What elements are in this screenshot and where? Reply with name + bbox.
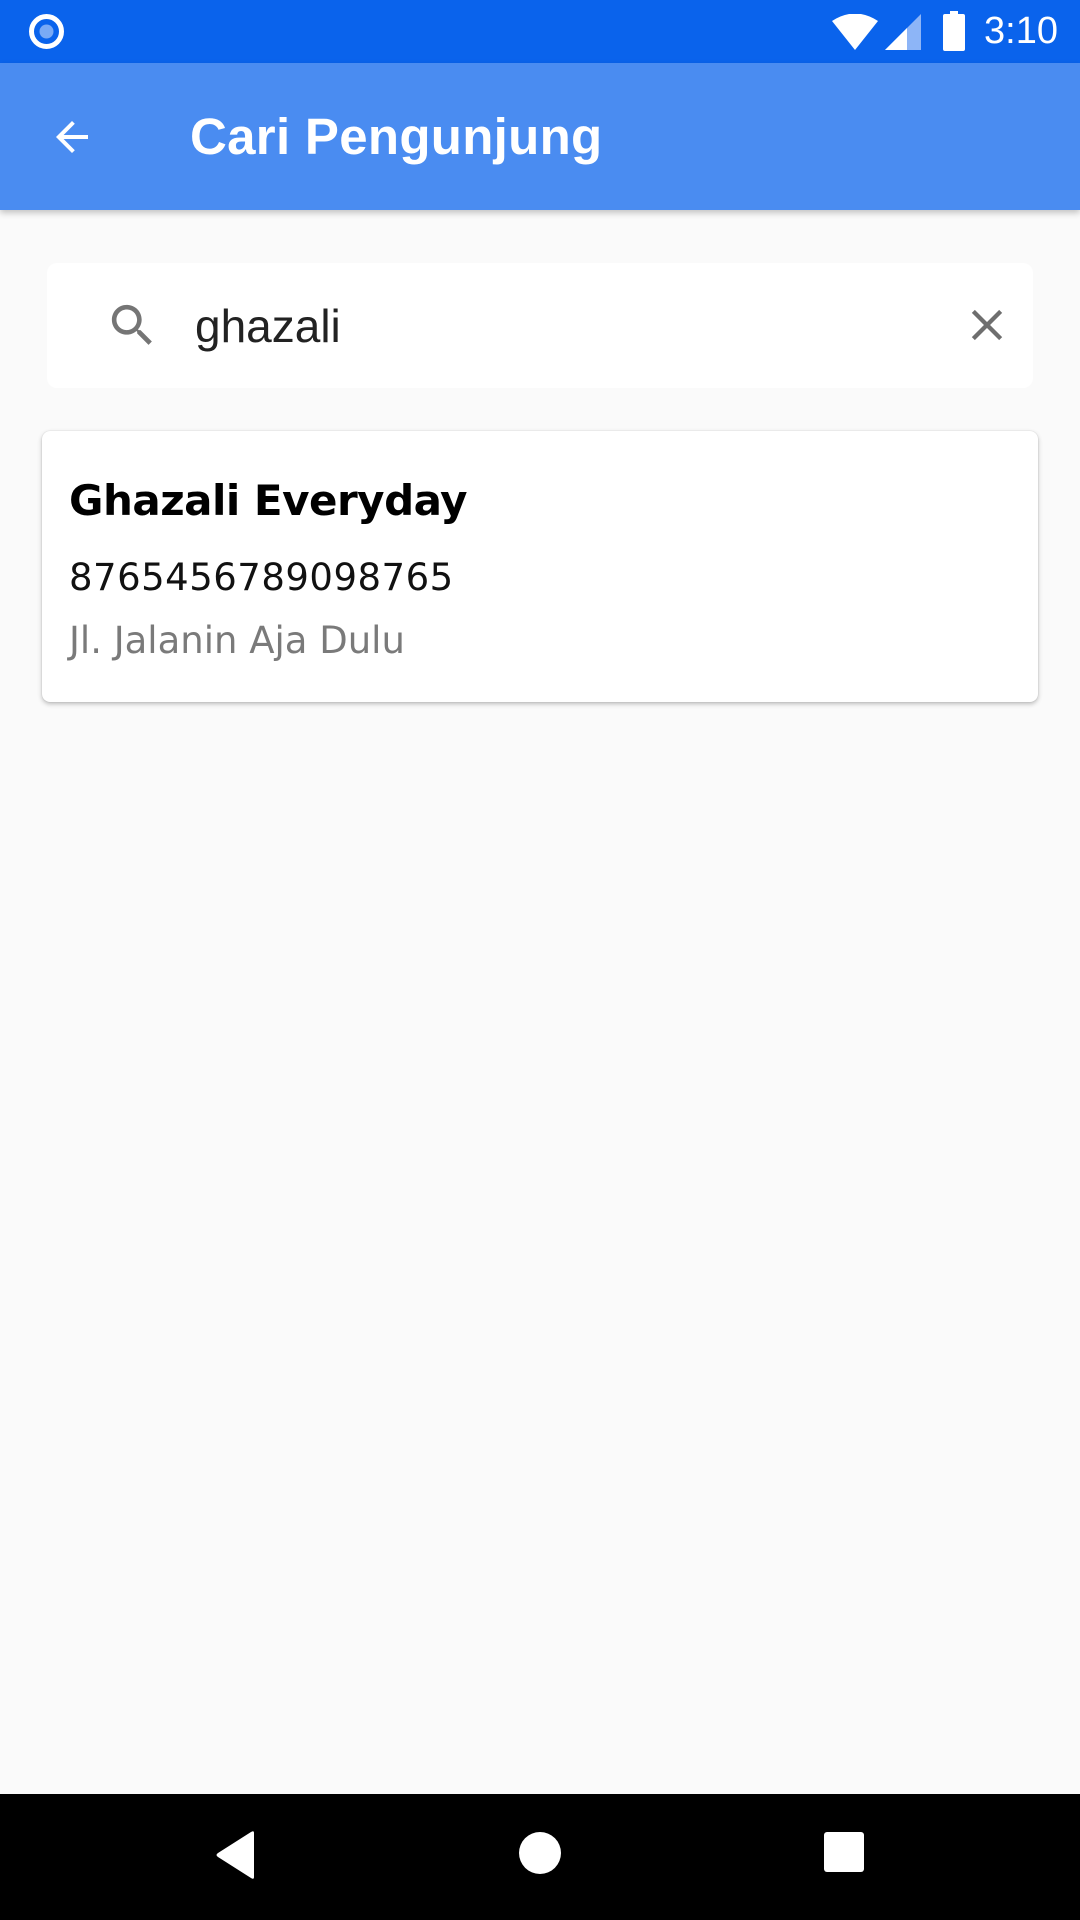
back-button[interactable]: [36, 101, 108, 173]
system-nav-bar: [0, 1794, 1080, 1920]
app-bar: Cari Pengunjung: [0, 63, 1080, 210]
clear-search-button[interactable]: [957, 295, 1017, 355]
status-time: 3:10: [984, 10, 1058, 52]
screen: 3:10 Cari Pengunjung Ghazali Everyday 87…: [0, 0, 1080, 1920]
visitor-address: Jl. Jalanin Aja Dulu: [69, 619, 405, 662]
status-bar: 3:10: [0, 0, 1080, 63]
search-icon: [105, 298, 160, 353]
battery-icon: [943, 11, 965, 51]
signal-icon: [885, 14, 921, 50]
nav-recents-icon[interactable]: [823, 1831, 865, 1873]
search-input[interactable]: [195, 291, 955, 361]
app-indicator-icon: [29, 14, 64, 49]
visitor-result-card[interactable]: Ghazali Everyday 8765456789098765 Jl. Ja…: [42, 431, 1038, 702]
wifi-icon: [832, 14, 878, 50]
page-title: Cari Pengunjung: [190, 108, 603, 165]
nav-home-icon[interactable]: [518, 1831, 562, 1875]
nav-back-icon[interactable]: [214, 1830, 258, 1880]
visitor-phone: 8765456789098765: [69, 556, 454, 599]
visitor-name: Ghazali Everyday: [69, 476, 468, 525]
arrow-back-icon: [56, 121, 88, 153]
close-icon: [971, 309, 1003, 341]
search-bar: [47, 263, 1033, 388]
